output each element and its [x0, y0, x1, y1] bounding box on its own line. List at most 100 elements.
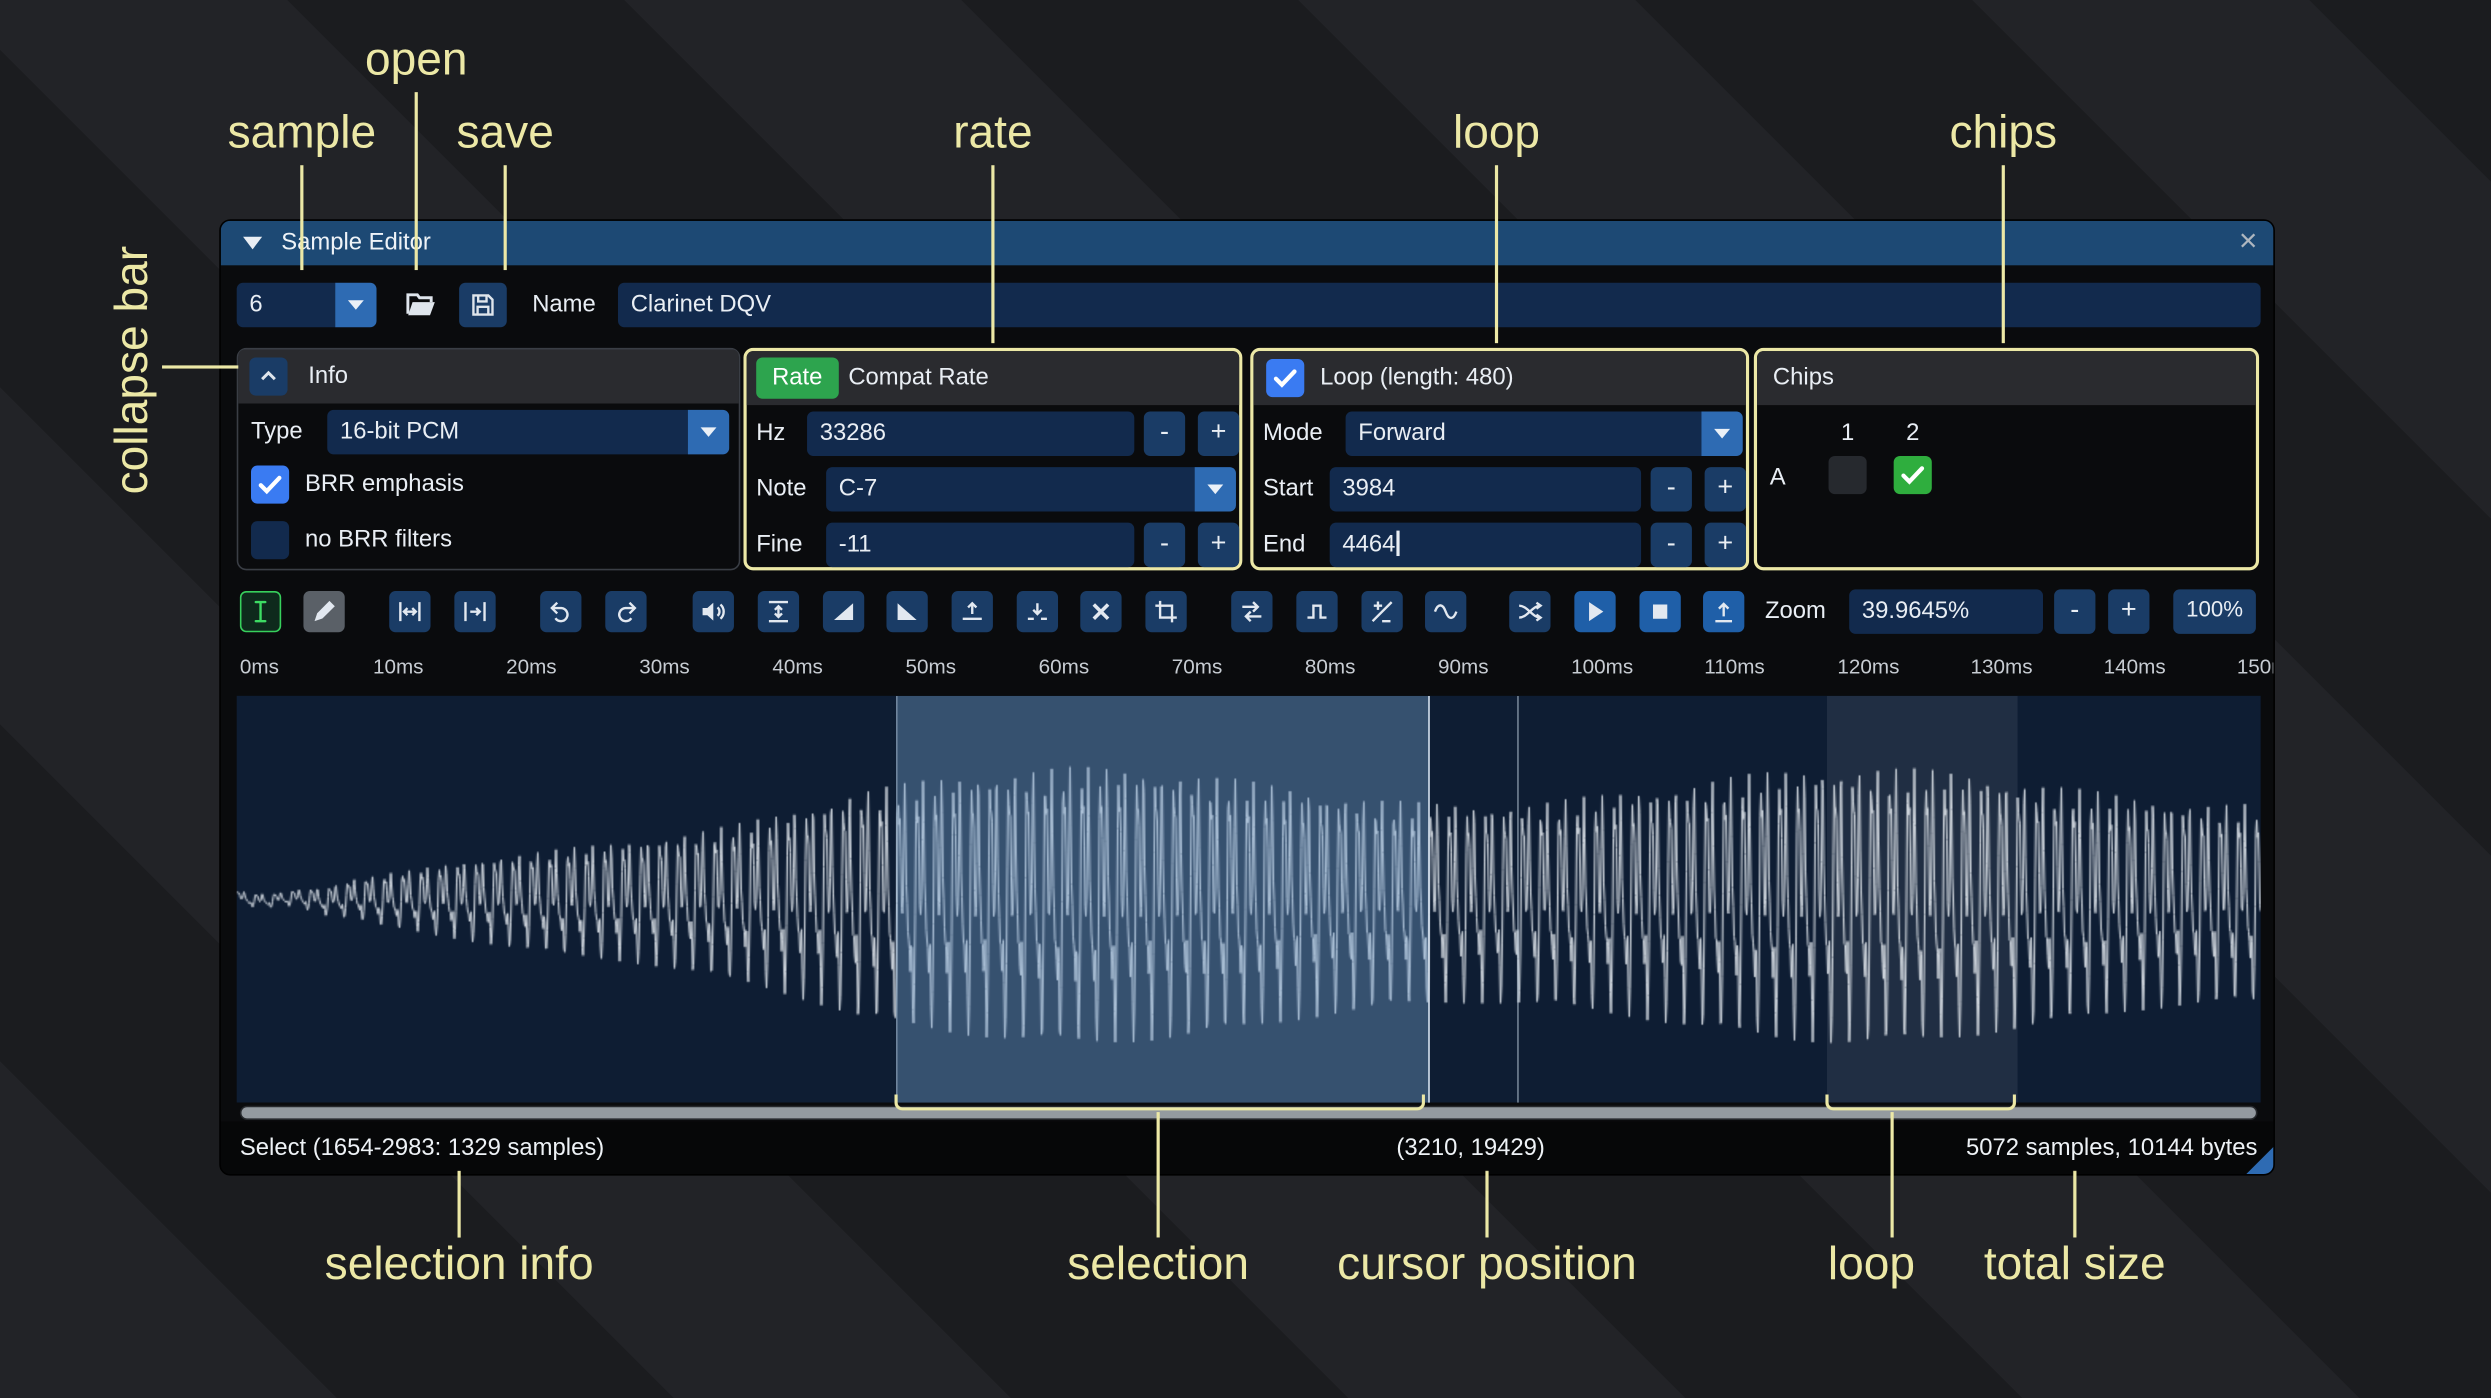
- note-select[interactable]: C-7: [826, 467, 1236, 512]
- chips-column-1: 1: [1840, 419, 1855, 447]
- timeline-label: 100ms: [1571, 654, 1634, 679]
- resize-button[interactable]: [389, 590, 431, 633]
- collapse-bar-button[interactable]: [249, 357, 288, 396]
- sample-type-select[interactable]: 16-bit PCM: [327, 409, 730, 455]
- timeline-label: 60ms: [1038, 654, 1090, 679]
- hz-input[interactable]: 33286: [807, 411, 1135, 456]
- resize-grip[interactable]: [2246, 1147, 2274, 1175]
- annotation-loop-bottom: loop: [1827, 1239, 1915, 1290]
- sample-number-select[interactable]: 6: [236, 282, 377, 328]
- name-label: Name: [532, 290, 596, 318]
- apply-silence-button[interactable]: [1016, 590, 1059, 633]
- timeline-label: 80ms: [1304, 654, 1356, 679]
- loop-label: Loop (length: 480): [1320, 363, 1514, 391]
- annotation-loop-top: loop: [1452, 108, 1541, 159]
- loop-end-decrement-button[interactable]: -: [1650, 522, 1692, 568]
- fade-out-button[interactable]: [886, 590, 928, 633]
- status-bar: Select (1654-2983: 1329 samples) (3210, …: [220, 1121, 2274, 1175]
- trim-button[interactable]: [1145, 590, 1187, 633]
- stop-icon: [1646, 597, 1675, 626]
- resample-icon: [461, 597, 490, 626]
- zoom-reset-button[interactable]: 100%: [2173, 589, 2256, 634]
- zoom-input[interactable]: 39.9645%: [1849, 589, 2044, 634]
- chevron-down-icon[interactable]: [687, 409, 730, 455]
- chevron-down-icon[interactable]: [1194, 467, 1236, 512]
- crossfade-loop-button[interactable]: [1509, 590, 1551, 633]
- timeline-label: 10ms: [373, 654, 424, 679]
- ibeam-icon: [246, 597, 275, 626]
- chevron-down-icon[interactable]: [1701, 411, 1743, 456]
- reverse-button[interactable]: [1231, 590, 1273, 633]
- filter-button[interactable]: [1425, 590, 1467, 633]
- loop-section: Loop (length: 480) Mode Forward Start 39…: [1250, 347, 1750, 571]
- chip-1-checkbox[interactable]: [1828, 455, 1867, 495]
- stop-preview-button[interactable]: [1639, 590, 1681, 633]
- hz-increment-button[interactable]: +: [1197, 411, 1240, 456]
- loop-region[interactable]: [1826, 695, 2019, 1103]
- loop-end-input[interactable]: 4464: [1329, 522, 1642, 568]
- reverse-arrows-icon: [1238, 597, 1267, 626]
- insert-silence-button[interactable]: [951, 590, 993, 633]
- loop-checkbox[interactable]: [1266, 359, 1305, 398]
- preview-button[interactable]: [1574, 590, 1616, 633]
- annotation-selection-info: selection info: [324, 1239, 594, 1290]
- loop-end-increment-button[interactable]: +: [1704, 522, 1746, 568]
- resample-button[interactable]: [454, 590, 496, 633]
- redo-icon: [612, 597, 641, 626]
- timeline-label: 40ms: [772, 654, 823, 679]
- loop-start-input[interactable]: 3984: [1329, 467, 1642, 512]
- chevron-down-icon[interactable]: [335, 282, 377, 328]
- loop-start-decrement-button[interactable]: -: [1650, 467, 1692, 512]
- window-title: Sample Editor: [281, 228, 431, 256]
- delete-button[interactable]: [1080, 590, 1122, 633]
- annotation-line-selection-info: [457, 1170, 461, 1238]
- create-wavetable-button[interactable]: [1703, 590, 1745, 633]
- loop-start-increment-button[interactable]: +: [1704, 467, 1746, 512]
- annotation-line-save: [503, 165, 507, 271]
- draw-tool-button[interactable]: [303, 590, 345, 633]
- loop-end-label: End: [1262, 530, 1306, 558]
- invert-button[interactable]: [1296, 590, 1338, 633]
- zoom-in-button[interactable]: +: [2108, 589, 2150, 634]
- check-icon: [1269, 362, 1301, 394]
- timeline-label: 90ms: [1438, 654, 1489, 679]
- close-icon[interactable]: ×: [2239, 221, 2258, 262]
- fine-increment-button[interactable]: +: [1197, 522, 1240, 568]
- zoom-out-button[interactable]: -: [2054, 589, 2096, 634]
- no-brr-filters-checkbox[interactable]: [251, 521, 290, 560]
- annotation-rate: rate: [953, 108, 1033, 159]
- loop-mode-select[interactable]: Forward: [1345, 411, 1743, 456]
- rate-toggle-button[interactable]: Rate: [756, 357, 839, 399]
- waveform-view[interactable]: [236, 695, 2261, 1103]
- amplify-button[interactable]: [692, 590, 734, 633]
- select-tool-button[interactable]: [239, 590, 282, 633]
- annotation-line-loop-bottom: [1890, 1112, 1894, 1238]
- sample-name-input[interactable]: Clarinet DQV: [617, 282, 2261, 328]
- fine-decrement-button[interactable]: -: [1143, 522, 1186, 568]
- timeline-label: 150ms: [2236, 654, 2274, 679]
- upload-icon: [1709, 597, 1738, 626]
- titlebar[interactable]: Sample Editor ×: [220, 220, 2274, 266]
- redo-button[interactable]: [605, 590, 647, 633]
- undo-button[interactable]: [540, 590, 582, 633]
- loop-end-value: 4464: [1342, 530, 1396, 558]
- annotation-line-cursor-position: [1485, 1170, 1489, 1238]
- normalize-button[interactable]: [757, 590, 800, 633]
- open-button[interactable]: [396, 283, 447, 327]
- sign-flip-button[interactable]: [1361, 590, 1403, 633]
- timeline-ruler: 0ms 10ms 20ms 30ms 40ms 50ms 60ms 70ms 80ms 90ms 1…: [237, 645, 2274, 693]
- sign-flip-icon: [1368, 597, 1397, 626]
- check-icon: [254, 469, 286, 501]
- window-collapse-icon[interactable]: [243, 236, 263, 250]
- annotation-line-open: [414, 92, 418, 271]
- chip-2-checkbox[interactable]: [1893, 455, 1932, 495]
- resize-icon: [396, 597, 425, 626]
- fine-input[interactable]: -11: [826, 522, 1135, 568]
- selection-region[interactable]: [896, 695, 1431, 1103]
- timeline-label: 0ms: [239, 654, 279, 679]
- fade-in-button[interactable]: [822, 590, 865, 633]
- brr-emphasis-checkbox[interactable]: [251, 465, 290, 504]
- save-button[interactable]: [459, 282, 507, 328]
- hz-decrement-button[interactable]: -: [1143, 411, 1186, 456]
- type-label: Type: [251, 417, 303, 445]
